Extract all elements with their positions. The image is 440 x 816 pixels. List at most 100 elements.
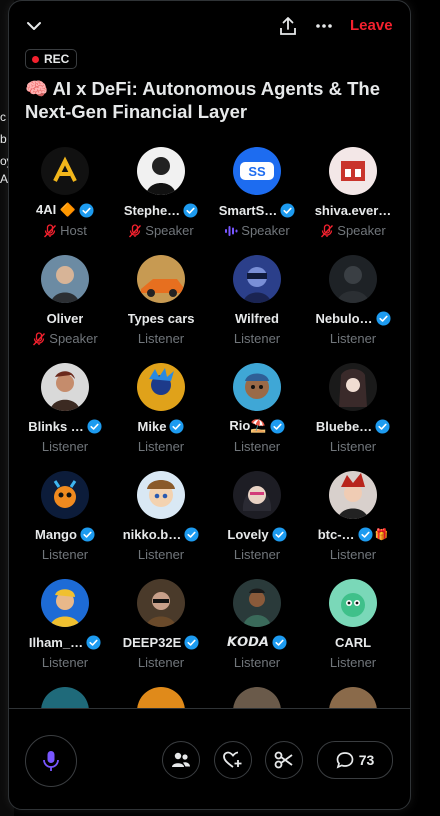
clip-button[interactable]	[265, 741, 303, 779]
participant-role: Listener	[233, 331, 281, 346]
participant-tile[interactable]: Mango Listener	[17, 465, 113, 565]
participant-role: Listener	[329, 439, 377, 454]
avatar[interactable]	[137, 363, 185, 411]
participant-role: Listener	[41, 547, 89, 562]
microphone-icon	[43, 751, 59, 771]
avatar[interactable]	[41, 471, 89, 519]
people-button[interactable]	[162, 741, 200, 779]
verified-badge-icon	[86, 634, 101, 650]
participant-role-row: Listener	[209, 331, 305, 346]
verified-badge-icon	[183, 202, 198, 218]
participant-tile[interactable]: Types cars Listener	[113, 249, 209, 349]
participant-name: Lovely	[227, 526, 269, 542]
participant-name-row: CARL	[305, 633, 401, 651]
participant-tile[interactable]: Oliver Speaker	[17, 249, 113, 349]
participant-tile[interactable]: CARL Listener	[305, 573, 401, 673]
leave-button[interactable]: Leave	[350, 17, 393, 34]
footer-divider	[9, 708, 410, 709]
verified-badge-icon	[169, 418, 184, 434]
participant-name-row: Types cars	[113, 309, 209, 327]
avatar[interactable]	[329, 579, 377, 627]
avatar[interactable]	[233, 471, 281, 519]
participant-role-row: Speaker	[305, 223, 401, 238]
verified-badge-icon	[270, 418, 285, 434]
avatar[interactable]	[233, 579, 281, 627]
rec-label: REC	[44, 52, 70, 66]
avatar[interactable]	[41, 255, 89, 303]
participant-role: Speaker	[241, 223, 290, 238]
participant-tile[interactable]: Blinks … Listener	[17, 357, 113, 457]
participant-role-row: Listener	[17, 547, 113, 562]
participant-role-row: Listener	[113, 655, 209, 670]
participant-name: shiva.ever…	[314, 202, 392, 218]
avatar[interactable]	[41, 579, 89, 627]
speaking-wave-icon	[225, 225, 238, 236]
participant-role: Listener	[137, 439, 185, 454]
participant-tile[interactable]: 4AI 🔶 Host	[17, 141, 113, 241]
avatar[interactable]	[137, 255, 185, 303]
avatar[interactable]	[137, 687, 185, 709]
avatar[interactable]	[329, 363, 377, 411]
avatar[interactable]	[329, 471, 377, 519]
avatar[interactable]	[137, 471, 185, 519]
avatar[interactable]	[329, 687, 377, 709]
participant-tile[interactable]: Stephe… Speaker	[113, 141, 209, 241]
avatar[interactable]	[137, 147, 185, 195]
chat-button[interactable]: 73	[317, 741, 393, 779]
participant-role-row: Speaker	[113, 223, 209, 238]
participant-role: Listener	[329, 547, 377, 562]
participant-name-row: Wilfred	[209, 309, 305, 327]
participant-role-row: Listener	[113, 439, 209, 454]
react-button[interactable]	[214, 741, 252, 779]
participant-tile[interactable]: Bluebe… Listener	[305, 357, 401, 457]
participant-tile[interactable]: Rio⛱️ Listener	[209, 357, 305, 457]
participant-tile[interactable]: Nebulo… Listener	[305, 249, 401, 349]
participant-role-row: Listener	[17, 655, 113, 670]
participant-tile[interactable]: Wilfred Listener	[209, 249, 305, 349]
participant-name-row: Bluebe…	[305, 417, 401, 435]
participant-role-row: Speaker	[209, 223, 305, 238]
participant-tile[interactable]: Ilham_… Listener	[17, 573, 113, 673]
participant-name: Ilham_…	[28, 634, 84, 650]
participant-role: Speaker	[337, 223, 386, 238]
participant-tile[interactable]: btc-… 🎁 Listener	[305, 465, 401, 565]
participant-tile[interactable]: Mike Listener	[113, 357, 209, 457]
participant-tile[interactable]: nikko.b… Listener	[113, 465, 209, 565]
microphone-button[interactable]	[25, 735, 77, 787]
avatar[interactable]	[329, 255, 377, 303]
participant-tile[interactable]: Lovely Listener	[209, 465, 305, 565]
chat-bubble-icon	[336, 752, 354, 769]
heart-plus-icon	[223, 751, 242, 768]
avatar[interactable]	[137, 579, 185, 627]
space-title: 🧠 AI x DeFi: Autonomous Agents & The Nex…	[25, 78, 381, 122]
avatar[interactable]	[41, 363, 89, 411]
participant-name: 4AI 🔶	[35, 202, 77, 217]
participant-name-row: 𝙆𝙊𝘿𝘼	[209, 633, 305, 651]
participant-name: Nebulo…	[315, 310, 373, 326]
participant-tile[interactable]: SS SmartS… Speaker	[209, 141, 305, 241]
participant-role: Listener	[137, 331, 185, 346]
verified-badge-icon	[272, 634, 287, 650]
verified-badge-icon	[184, 634, 199, 650]
chevron-down-icon[interactable]	[25, 17, 43, 35]
avatar[interactable]	[233, 255, 281, 303]
avatar[interactable]	[41, 147, 89, 195]
participant-tile[interactable]: DEEP32E Listener	[113, 573, 209, 673]
avatar[interactable]	[41, 687, 89, 709]
participant-name: Mike	[137, 418, 167, 434]
verified-badge-icon	[79, 202, 94, 218]
avatar[interactable]: SS	[233, 147, 281, 195]
participant-role: Listener	[329, 655, 377, 670]
more-icon[interactable]	[314, 16, 334, 36]
avatar[interactable]	[329, 147, 377, 195]
participant-name: nikko.b…	[122, 526, 182, 542]
people-icon	[172, 752, 190, 767]
background-fragment: A	[0, 172, 9, 186]
participant-tile[interactable]: shiva.ever… Speaker	[305, 141, 401, 241]
share-icon[interactable]	[279, 16, 297, 36]
avatar[interactable]	[233, 687, 281, 709]
participant-tile[interactable]: 𝙆𝙊𝘿𝘼 Listener	[209, 573, 305, 673]
avatar[interactable]	[233, 363, 281, 411]
participant-name-row: Blinks …	[17, 417, 113, 435]
verified-badge-icon	[375, 418, 390, 434]
